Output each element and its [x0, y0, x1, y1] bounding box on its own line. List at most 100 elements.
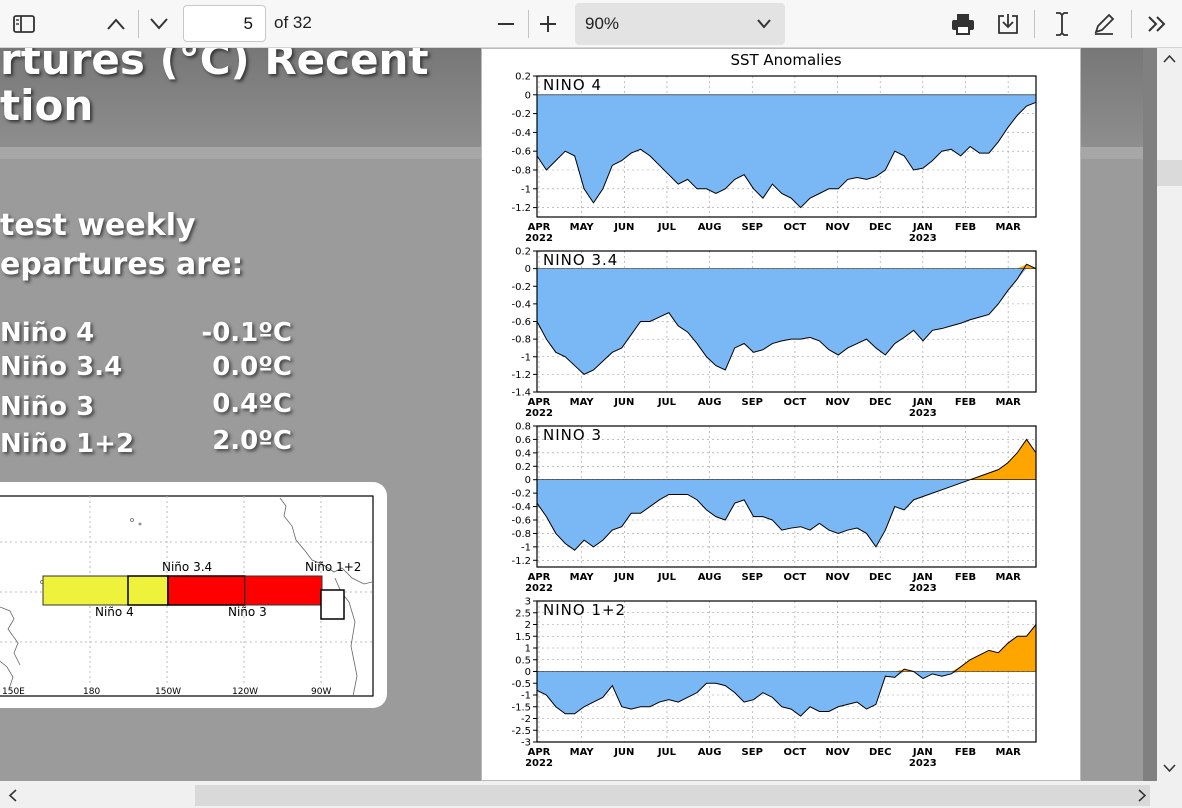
nino-regions-map: Niño 3.4 Niño 1+2 Niño 4 Niño 3 150E 180… [0, 495, 374, 697]
sidebar-toggle-button[interactable] [6, 0, 42, 48]
x-tick-label: SEP [742, 397, 763, 408]
x-tick-label: JUN [613, 222, 634, 233]
map-label-nino3: Niño 3 [228, 605, 267, 619]
panel-label: NINO 1+2 [543, 601, 626, 619]
x-tick-label: SEP [742, 572, 763, 583]
more-tools-icon [1148, 16, 1166, 32]
panel-label: NINO 3.4 [543, 251, 618, 269]
print-icon [952, 14, 974, 35]
x-year-label: 2022 [525, 758, 553, 769]
x-tick-label: JUL [657, 747, 677, 758]
x-tick-label: FEB [955, 397, 976, 408]
text-select-button[interactable] [1044, 0, 1080, 48]
panel-label: NINO 3 [543, 426, 602, 444]
zoom-in-button[interactable] [532, 0, 564, 48]
horizontal-scrollbar[interactable] [0, 781, 1182, 808]
reading-name: Niño 4 [0, 318, 95, 348]
x-tick-label: MAR [995, 747, 1021, 758]
y-tick-label: 0 [525, 90, 531, 101]
reading-value: -0.1ºC [201, 318, 292, 348]
x-tick-label: MAR [995, 572, 1021, 583]
negative-anomaly-area [537, 268, 1036, 375]
document-viewport[interactable]: rtures (°C) Recent tion test weekly epar… [0, 48, 1157, 781]
x-tick-label: DEC [869, 747, 891, 758]
negative-anomaly-area [537, 479, 1036, 551]
intro-line1: test weekly [0, 208, 196, 243]
previous-page-button[interactable] [100, 0, 132, 48]
previous-page-icon [107, 18, 125, 30]
x-tick-label: DEC [869, 222, 891, 233]
vertical-scroll-thumb[interactable] [1157, 160, 1182, 186]
save-icon [998, 14, 1018, 34]
negative-anomaly-area [537, 94, 1036, 208]
y-tick-label: -1.4 [511, 388, 531, 399]
x-year-label: 2022 [525, 408, 553, 419]
print-button[interactable] [945, 0, 981, 48]
x-tick-label: APR [528, 397, 551, 408]
y-tick-label: -0.4 [511, 299, 531, 310]
x-tick-label: APR [528, 747, 551, 758]
x-tick-label: JUN [613, 397, 634, 408]
sst-panel: APR2022 MAY JUN JUL AUG SEP OCT NOV DEC JAN2023 FE… [511, 72, 1037, 244]
zoom-select[interactable]: 90% [575, 3, 785, 45]
x-year-label: 2023 [909, 758, 937, 769]
x-tick-label: AUG [698, 747, 722, 758]
y-tick-label: 0 [525, 264, 531, 275]
vertical-scrollbar[interactable] [1157, 48, 1182, 781]
y-tick-label: -1.2 [511, 556, 531, 567]
x-year-label: 2023 [909, 408, 937, 419]
sst-panel: APR2022 MAY JUN JUL AUG SEP OCT NOV DEC JAN2023 FE… [511, 247, 1037, 419]
toolbar-divider [1131, 10, 1132, 38]
x-tick-label: OCT [784, 222, 807, 233]
x-tick-label: MAY [570, 747, 595, 758]
x-tick-label: OCT [784, 397, 807, 408]
x-tick-label: JAN [912, 222, 933, 233]
zoom-out-button[interactable] [490, 0, 522, 48]
next-page-button[interactable] [143, 0, 175, 48]
y-tick-label: -2 [521, 714, 531, 725]
scroll-up-icon [1163, 54, 1176, 63]
map-lon-tick: 150E [2, 687, 25, 697]
slide-title-line2: tion [0, 81, 94, 130]
y-tick-label: -1 [521, 352, 531, 363]
x-tick-label: NOV [825, 572, 850, 583]
draw-button[interactable] [1086, 0, 1122, 48]
reading-value: 0.4ºC [212, 389, 292, 419]
sidebar-icon [13, 15, 35, 33]
text-cursor-icon [1056, 12, 1068, 36]
x-year-label: 2022 [525, 583, 553, 594]
more-tools-button[interactable] [1140, 0, 1174, 48]
save-button[interactable] [990, 0, 1026, 48]
x-tick-label: FEB [955, 222, 976, 233]
horizontal-scroll-thumb[interactable] [195, 785, 1150, 806]
page-number-input[interactable] [183, 5, 266, 42]
x-tick-label: DEC [869, 397, 891, 408]
toolbar-divider [138, 10, 139, 38]
slide-title-line1: rtures (°C) Recent [0, 48, 429, 84]
y-tick-label: 0.2 [515, 72, 531, 83]
nino12-box [320, 589, 345, 620]
reading-name: Niño 3 [0, 392, 95, 422]
x-tick-label: OCT [784, 572, 807, 583]
y-tick-label: -0.2 [511, 282, 531, 293]
chart-title: SST Anomalies [730, 51, 841, 69]
x-year-label: 2022 [525, 233, 553, 244]
sst-panel: APR2022 MAY JUN JUL AUG SEP OCT NOV DEC JAN2023 FE… [511, 422, 1037, 594]
y-tick-label: 0.2 [515, 462, 531, 473]
draw-icon [1094, 13, 1115, 35]
toolbar-divider [1034, 10, 1035, 38]
x-tick-label: JAN [912, 572, 933, 583]
pdf-toolbar: of 32 90% [0, 0, 1182, 48]
y-tick-label: -0.4 [511, 128, 531, 139]
x-tick-label: MAY [570, 397, 595, 408]
x-tick-label: APR [528, 222, 551, 233]
page-total-label: of 32 [274, 13, 312, 32]
x-year-label: 2023 [909, 583, 937, 594]
y-tick-label: 0.5 [515, 655, 531, 666]
scroll-right-icon [1138, 789, 1147, 802]
x-tick-label: OCT [784, 747, 807, 758]
y-tick-label: -0.2 [511, 109, 531, 120]
y-tick-label: 0 [525, 667, 531, 678]
reading-name: Niño 1+2 [0, 429, 135, 459]
y-tick-label: 0.4 [515, 448, 531, 459]
